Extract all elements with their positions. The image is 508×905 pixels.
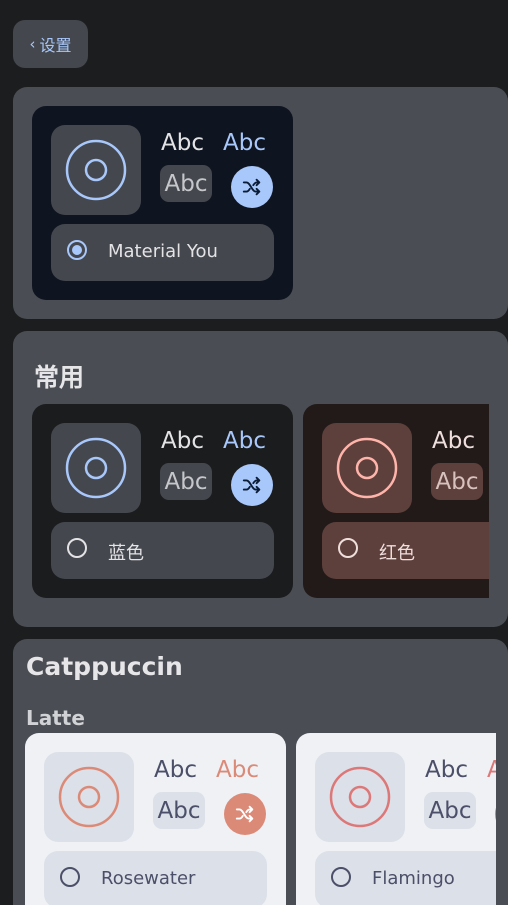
theme-option-row[interactable]: Rosewater xyxy=(44,851,267,905)
theme-label: Rosewater xyxy=(101,868,196,889)
theme-card-flamingo[interactable]: Abc A Abc Flamingo xyxy=(296,733,496,905)
sample-text-primary: Abc xyxy=(154,757,197,783)
sample-text-accent: A xyxy=(487,757,496,783)
radio-icon[interactable] xyxy=(60,867,80,887)
sample-text-chip: Abc xyxy=(424,792,476,829)
theme-card-rosewater[interactable]: Abc Abc Abc Rosewater xyxy=(25,733,286,905)
radio-icon[interactable] xyxy=(67,538,87,558)
back-button[interactable]: ‹ 设置 xyxy=(13,20,88,68)
theme-card-blue[interactable]: Abc Abc Abc 蓝色 xyxy=(32,404,293,598)
theme-option-row[interactable]: Material You xyxy=(51,224,274,281)
palette-preview-icon xyxy=(51,125,141,215)
sample-text-primary: Abc xyxy=(161,130,204,156)
sample-text-accent: Abc xyxy=(216,757,259,783)
theme-option-row[interactable]: Flamingo xyxy=(315,851,496,905)
shuffle-icon xyxy=(231,166,273,208)
sample-text-primary: Abc xyxy=(425,757,468,783)
theme-label: Flamingo xyxy=(372,868,455,889)
catppuccin-panel: Catppuccin Latte Abc Abc Abc Rosewater A… xyxy=(13,639,508,905)
section-subtitle: Latte xyxy=(26,706,85,730)
common-themes-scroller[interactable]: Abc Abc Abc 蓝色 Abc Abc 红色 xyxy=(32,404,489,598)
shuffle-icon xyxy=(231,464,273,506)
theme-label: Material You xyxy=(108,241,218,262)
palette-preview-icon xyxy=(44,752,134,842)
back-label: 设置 xyxy=(39,36,72,55)
theme-card-red[interactable]: Abc Abc 红色 xyxy=(303,404,489,598)
sample-text-chip: Abc xyxy=(160,463,212,500)
common-themes-panel: 常用 Abc Abc Abc 蓝色 Abc Abc 红色 xyxy=(13,331,508,627)
shuffle-icon xyxy=(224,793,266,835)
sample-text-primary: Abc xyxy=(432,428,475,454)
chevron-left-icon: ‹ xyxy=(29,35,36,53)
sample-text-chip: Abc xyxy=(153,792,205,829)
theme-label: 红色 xyxy=(379,543,415,564)
shuffle-icon xyxy=(495,793,496,835)
sample-text-accent: Abc xyxy=(223,130,266,156)
sample-text-accent: Abc xyxy=(223,428,266,454)
section-title: Catppuccin xyxy=(26,652,183,681)
sample-text-primary: Abc xyxy=(161,428,204,454)
radio-icon[interactable] xyxy=(331,867,351,887)
theme-label: 蓝色 xyxy=(108,543,144,564)
sample-text-chip: Abc xyxy=(431,463,483,500)
theme-option-row[interactable]: 蓝色 xyxy=(51,522,274,579)
radio-selected-icon[interactable] xyxy=(67,240,87,260)
palette-preview-icon xyxy=(51,423,141,513)
section-title: 常用 xyxy=(34,363,85,392)
theme-card-material-you[interactable]: Abc Abc Abc Material You xyxy=(32,106,293,300)
palette-preview-icon xyxy=(322,423,412,513)
radio-icon[interactable] xyxy=(338,538,358,558)
latte-themes-scroller[interactable]: Abc Abc Abc Rosewater Abc A Abc Flamingo xyxy=(25,733,496,905)
dynamic-color-panel: Abc Abc Abc Material You xyxy=(13,87,508,319)
palette-preview-icon xyxy=(315,752,405,842)
sample-text-chip: Abc xyxy=(160,165,212,202)
theme-option-row[interactable]: 红色 xyxy=(322,522,489,579)
